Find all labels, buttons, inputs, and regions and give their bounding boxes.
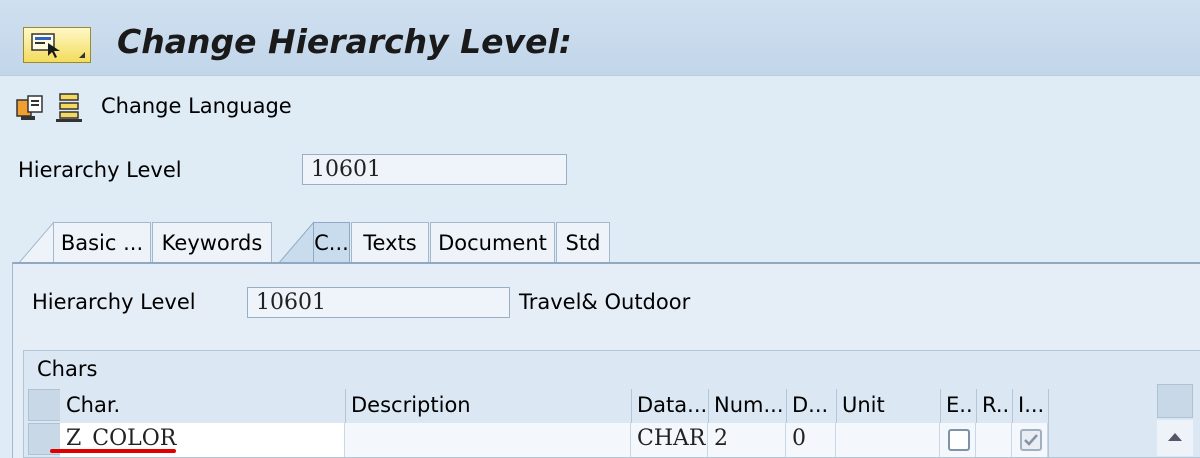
panel-hierarchy-level-label: Hierarchy Level [32, 290, 196, 314]
cell-unit[interactable] [836, 423, 940, 457]
col-header-num[interactable]: Num... [708, 389, 786, 423]
system-menu-button[interactable] [23, 27, 91, 63]
col-header-unit[interactable]: Unit [836, 389, 940, 423]
hierarchy-level-description: Travel& Outdoor [519, 290, 691, 314]
cell-data-type[interactable]: CHAR [631, 423, 708, 457]
tab-std[interactable]: Std [556, 222, 610, 264]
col-divider [1048, 389, 1049, 458]
col-header-dec[interactable]: D... [786, 389, 836, 423]
title-bar: Change Hierarchy Level: [0, 0, 1200, 76]
tab-strip: Basic ... Keywords C... Texts Document S… [12, 220, 1200, 264]
col-header-data-type[interactable]: Data... [631, 389, 708, 423]
select-all-cell[interactable] [28, 389, 62, 421]
tab-texts[interactable]: Texts [351, 222, 429, 264]
hierarchy-level-label: Hierarchy Level [18, 158, 182, 182]
col-header-description[interactable]: Description [345, 389, 631, 423]
tab-wedge-left [18, 221, 54, 264]
sap-menu-icon [31, 33, 60, 58]
menu-dropdown-icon [79, 52, 85, 58]
table-title: Chars [37, 357, 98, 381]
cell-r [976, 423, 1012, 457]
col-header-char[interactable]: Char. [60, 389, 345, 423]
col-header-r[interactable]: R.. [976, 389, 1012, 423]
highlight-underline [50, 449, 176, 453]
vertical-scrollbar[interactable] [1157, 384, 1193, 458]
scrollbar-corner [1157, 384, 1193, 418]
change-language-button[interactable]: Change Language [101, 94, 292, 118]
tab-basic[interactable]: Basic ... [53, 222, 151, 264]
tab-wedge-active [278, 221, 314, 264]
tab-document[interactable]: Document [430, 222, 555, 264]
panel-hierarchy-level-field: 10601 [247, 287, 510, 318]
chars-table: Chars Char. Description Data... Num... D… [23, 350, 1200, 458]
copy-icon[interactable] [15, 92, 47, 124]
hierarchy-icon[interactable] [54, 92, 86, 124]
arrow-up-icon [1168, 433, 1182, 441]
checkbox-e[interactable] [948, 429, 970, 451]
scroll-up-button[interactable] [1157, 420, 1193, 456]
checkmark-icon [1024, 434, 1038, 446]
col-header-i[interactable]: I... [1012, 389, 1048, 423]
col-header-e[interactable]: E.. [940, 389, 976, 423]
cell-dec[interactable]: 0 [786, 423, 836, 457]
cell-num[interactable]: 2 [708, 423, 786, 457]
cell-description[interactable] [345, 423, 631, 457]
hierarchy-level-field[interactable]: 10601 [302, 154, 567, 185]
tab-keywords[interactable]: Keywords [152, 222, 272, 264]
page-title: Change Hierarchy Level: [117, 22, 572, 61]
checkbox-i[interactable] [1020, 429, 1042, 451]
tab-chars[interactable]: C... [313, 222, 350, 264]
